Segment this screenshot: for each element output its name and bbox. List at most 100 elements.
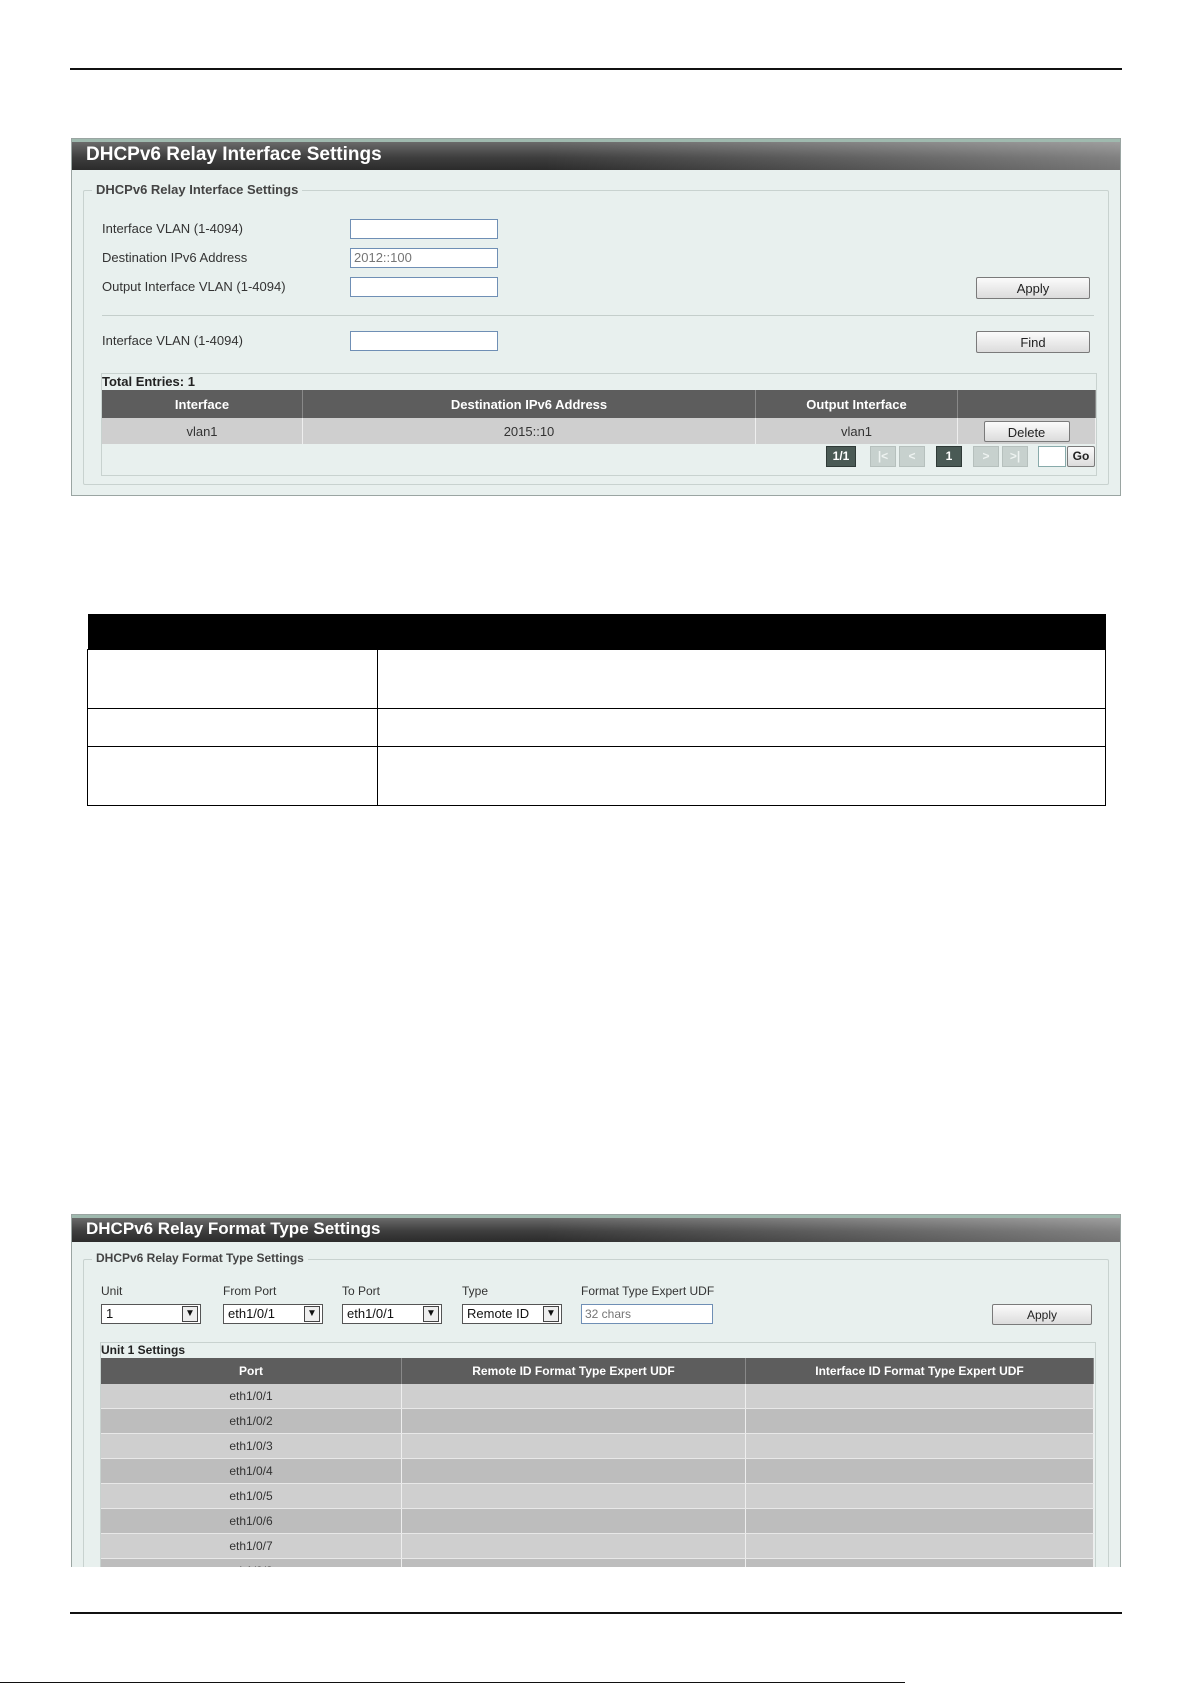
table-row: eth1/0/5 <box>101 1483 1094 1509</box>
table-row: eth1/0/7 <box>101 1533 1094 1559</box>
unit-select[interactable]: 1 ▼ <box>101 1304 201 1324</box>
interface-vlan-input[interactable] <box>350 219 498 239</box>
table-row: eth1/0/2 <box>101 1408 1094 1434</box>
unit-label: Unit <box>101 1284 123 1298</box>
type-select[interactable]: Remote ID ▼ <box>462 1304 562 1324</box>
output-vlan-label: Output Interface VLAN (1-4094) <box>102 279 286 294</box>
find-vlan-input[interactable] <box>350 331 498 351</box>
to-port-select[interactable]: eth1/0/1 ▼ <box>342 1304 442 1324</box>
unit-select-value: 1 <box>106 1306 114 1321</box>
cell-remote-id-udf <box>401 1408 746 1434</box>
dest-ipv6-input[interactable] <box>350 248 498 268</box>
desc-cell <box>87 649 378 709</box>
header-rule <box>70 68 1122 70</box>
delete-button[interactable]: Delete <box>983 420 1070 442</box>
cell-interface-id-udf <box>745 1508 1094 1534</box>
udf-label: Format Type Expert UDF <box>581 1284 715 1298</box>
unit-settings-title: Unit 1 Settings <box>101 1343 186 1357</box>
cell-remote-id-udf <box>401 1508 746 1534</box>
from-port-label: From Port <box>223 1284 277 1298</box>
type-select-value: Remote ID <box>467 1306 530 1321</box>
cell-interface-id-udf <box>745 1408 1094 1434</box>
cell-interface-id-udf <box>745 1483 1094 1509</box>
last-page-button[interactable]: >| <box>1002 446 1028 467</box>
page-indicator: 1/1 <box>826 446 856 467</box>
cell-remote-id-udf <box>401 1483 746 1509</box>
table-row: eth1/0/3 <box>101 1433 1094 1459</box>
to-port-select-value: eth1/0/1 <box>347 1306 394 1321</box>
go-page-input[interactable] <box>1038 446 1066 467</box>
desc-cell <box>377 746 1106 806</box>
current-page-button[interactable]: 1 <box>936 446 962 467</box>
table-row: eth1/0/1 <box>101 1384 1094 1409</box>
desc-cell <box>377 649 1106 709</box>
relay-interface-fieldset: DHCPv6 Relay Interface Settings Interfac… <box>83 182 1109 485</box>
cell-remote-id-udf <box>401 1458 746 1484</box>
cell-dest-ipv6: 2015::10 <box>302 418 756 444</box>
udf-input[interactable] <box>581 1304 713 1324</box>
prev-page-button[interactable]: < <box>899 446 925 467</box>
cell-port: eth1/0/4 <box>101 1458 402 1484</box>
fieldset-legend: DHCPv6 Relay Interface Settings <box>92 182 303 197</box>
cell-interface: vlan1 <box>102 418 303 444</box>
next-page-button[interactable]: > <box>973 446 999 467</box>
cell-port: eth1/0/5 <box>101 1483 402 1509</box>
table-row: eth1/0/6 <box>101 1508 1094 1534</box>
cell-remote-id-udf <box>401 1558 746 1567</box>
cell-port: eth1/0/1 <box>101 1384 402 1409</box>
col-interface: Interface <box>102 390 303 418</box>
cell-remote-id-udf <box>401 1533 746 1559</box>
unit-settings-table: Port Remote ID Format Type Expert UDF In… <box>101 1358 1094 1567</box>
table-row: eth1/0/4 <box>101 1458 1094 1484</box>
cell-interface-id-udf <box>745 1433 1094 1459</box>
cell-interface-id-udf <box>745 1384 1094 1409</box>
col-output-interface: Output Interface <box>755 390 958 418</box>
apply-button[interactable]: Apply <box>992 1304 1092 1325</box>
desc-header <box>87 614 1106 650</box>
from-port-select[interactable]: eth1/0/1 ▼ <box>223 1304 323 1324</box>
go-button[interactable]: Go <box>1067 446 1095 467</box>
first-page-button[interactable]: |< <box>870 446 896 467</box>
separator <box>102 315 1094 316</box>
find-button[interactable]: Find <box>976 331 1090 353</box>
col-port: Port <box>101 1358 402 1384</box>
cell-interface-id-udf <box>745 1458 1094 1484</box>
total-entries: Total Entries: 1 <box>102 374 195 389</box>
dest-ipv6-label: Destination IPv6 Address <box>102 250 248 265</box>
chevron-down-icon: ▼ <box>543 1306 559 1322</box>
from-port-select-value: eth1/0/1 <box>228 1306 275 1321</box>
col-interface-id-udf: Interface ID Format Type Expert UDF <box>745 1358 1094 1384</box>
chevron-down-icon: ▼ <box>182 1306 198 1322</box>
chevron-down-icon: ▼ <box>304 1306 320 1322</box>
cell-remote-id-udf <box>401 1433 746 1459</box>
to-port-label: To Port <box>342 1284 381 1298</box>
table-row: vlan1 2015::10 vlan1 Delete <box>102 418 1096 444</box>
table-row: eth1/0/8 <box>101 1558 1094 1567</box>
cell-port: eth1/0/7 <box>101 1533 402 1559</box>
type-label: Type <box>462 1284 489 1298</box>
cell-action: Delete <box>957 418 1096 444</box>
relay-interface-table: Interface Destination IPv6 Address Outpu… <box>102 390 1096 444</box>
footer-rule <box>70 1612 1122 1614</box>
description-table <box>87 614 1106 806</box>
col-dest-ipv6: Destination IPv6 Address <box>302 390 756 418</box>
interface-vlan-label: Interface VLAN (1-4094) <box>102 221 243 236</box>
footer-underline <box>0 1682 905 1683</box>
fieldset-legend: DHCPv6 Relay Format Type Settings <box>92 1251 308 1265</box>
apply-button[interactable]: Apply <box>976 277 1090 299</box>
format-type-panel: DHCPv6 Relay Format Type Settings DHCPv6… <box>71 1214 1121 1567</box>
desc-cell <box>87 746 378 806</box>
cell-remote-id-udf <box>401 1384 746 1409</box>
chevron-down-icon: ▼ <box>423 1306 439 1322</box>
cell-port: eth1/0/3 <box>101 1433 402 1459</box>
cell-port: eth1/0/2 <box>101 1408 402 1434</box>
output-vlan-input[interactable] <box>350 277 498 297</box>
relay-interface-panel: DHCPv6 Relay Interface Settings DHCPv6 R… <box>71 138 1121 496</box>
desc-cell <box>377 708 1106 747</box>
find-vlan-label: Interface VLAN (1-4094) <box>102 333 243 348</box>
col-action <box>957 390 1096 418</box>
col-remote-id-udf: Remote ID Format Type Expert UDF <box>401 1358 746 1384</box>
panel-title: DHCPv6 Relay Format Type Settings <box>72 1215 1120 1242</box>
panel-title: DHCPv6 Relay Interface Settings <box>72 139 1120 170</box>
cell-output-interface: vlan1 <box>755 418 958 444</box>
